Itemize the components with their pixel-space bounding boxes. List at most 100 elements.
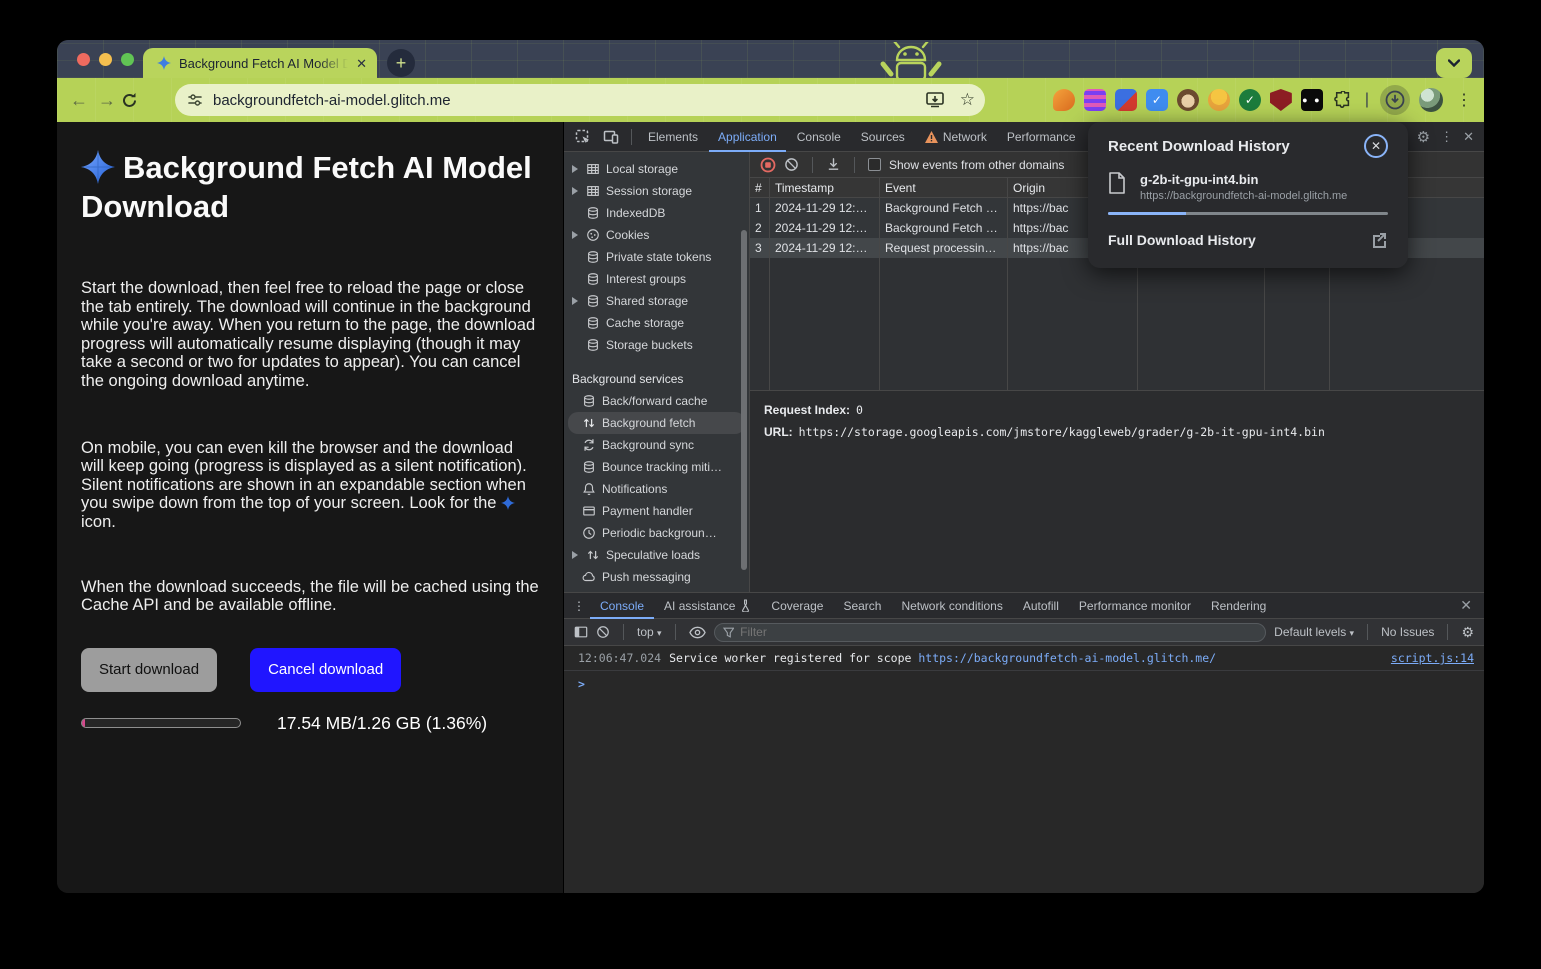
tab-network[interactable]: Network [916,122,996,152]
console-sidebar-toggle-icon[interactable] [574,625,588,639]
extension-icon-stripes[interactable] [1084,89,1106,111]
popup-close-button[interactable]: ✕ [1364,134,1388,158]
tab-elements[interactable]: Elements [639,122,707,152]
sidebar-item-bounce-tracking[interactable]: Bounce tracking miti… [564,456,749,478]
sidebar-label: Storage buckets [606,338,693,352]
reload-button[interactable] [121,92,149,109]
drawer-tab-coverage[interactable]: Coverage [761,593,833,619]
application-sidebar: Local storage Session storage IndexedDB [564,152,750,592]
log-source-link[interactable]: script.js:14 [1391,651,1474,665]
console-settings-icon[interactable]: ⚙ [1461,624,1474,641]
column-header-event[interactable]: Event [880,178,1008,198]
tab-application[interactable]: Application [709,122,786,152]
device-toolbar-icon[interactable] [598,129,624,145]
extension-icon-fox[interactable] [1053,89,1075,111]
extension-icon-keys[interactable] [1115,89,1137,111]
install-page-icon[interactable] [926,92,944,108]
sidebar-item-background-fetch[interactable]: Background fetch [568,412,745,434]
drawer-close-icon[interactable]: ✕ [1460,597,1484,614]
sidebar-label: Bounce tracking miti… [602,460,722,474]
devtools-settings-icon[interactable]: ⚙ [1417,128,1430,146]
bookmark-star-icon[interactable]: ☆ [960,90,975,110]
save-events-button[interactable] [826,157,841,172]
sidebar-item-interest-groups[interactable]: Interest groups [564,268,749,290]
drawer-tab-search[interactable]: Search [833,593,891,619]
extension-icon-red-shield[interactable] [1270,89,1292,111]
sidebar-item-push-messaging[interactable]: Push messaging [564,566,749,588]
sidebar-item-payment-handler[interactable]: Payment handler [564,500,749,522]
new-tab-button[interactable]: + [387,49,415,77]
tab-performance[interactable]: Performance [998,122,1085,152]
sidebar-scrollbar[interactable] [741,230,747,570]
clear-console-icon[interactable] [596,625,610,639]
sidebar-item-notifications[interactable]: Notifications [564,478,749,500]
clear-events-button[interactable] [784,157,799,172]
console-filter-box[interactable] [714,623,1267,642]
show-events-checkbox[interactable] [868,158,881,171]
forward-button[interactable]: → [93,90,121,111]
drawer-tab-rendering[interactable]: Rendering [1201,593,1276,619]
close-window-button[interactable] [77,53,90,66]
live-expression-eye-icon[interactable] [689,626,706,639]
sidebar-item-private-state-tokens[interactable]: Private state tokens [564,246,749,268]
devtools-menu-icon[interactable]: ⋮ [1440,129,1453,145]
full-download-history-link[interactable]: Full Download History [1108,232,1256,248]
browser-menu-button[interactable]: ⋮ [1452,90,1476,110]
sidebar-item-session-storage[interactable]: Session storage [564,180,749,202]
extension-icon-blue-check[interactable]: ✓ [1146,89,1168,111]
drawer-menu-icon[interactable]: ⋮ [568,599,590,613]
devtools-close-icon[interactable]: ✕ [1463,129,1474,145]
console-context-selector[interactable]: top ▾ [637,625,662,639]
tab-search-button[interactable] [1436,48,1472,78]
column-header-timestamp[interactable]: Timestamp [770,178,880,198]
extension-icon-black-eyes[interactable]: ● ● [1301,89,1323,111]
console-prompt[interactable]: > [564,671,1484,691]
extension-icon-monkey[interactable] [1177,89,1199,111]
drawer-tab-console[interactable]: Console [590,593,654,619]
downloads-button[interactable] [1380,85,1410,115]
download-item[interactable]: g-2b-it-gpu-int4.bin https://backgroundf… [1108,172,1388,202]
url-text[interactable]: backgroundfetch-ai-model.glitch.me [213,92,926,109]
extensions-puzzle-icon[interactable] [1332,89,1354,111]
sidebar-item-shared-storage[interactable]: Shared storage [564,290,749,312]
sidebar-item-speculative-loads[interactable]: Speculative loads [564,544,749,566]
drawer-tab-network-conditions[interactable]: Network conditions [891,593,1012,619]
record-button[interactable] [760,157,776,173]
tab-close-icon[interactable]: ✕ [356,57,367,70]
extension-icon-green-check[interactable]: ✓ [1239,89,1261,111]
sidebar-item-cookies[interactable]: Cookies [564,224,749,246]
tab-sources[interactable]: Sources [852,122,914,152]
sidebar-item-storage-buckets[interactable]: Storage buckets [564,334,749,356]
console-filter-input[interactable] [740,625,1257,639]
site-settings-icon[interactable] [187,92,203,108]
drawer-tab-autofill[interactable]: Autofill [1013,593,1069,619]
zoom-window-button[interactable] [121,53,134,66]
sidebar-item-background-sync[interactable]: Background sync [564,434,749,456]
external-link-icon[interactable] [1371,231,1388,248]
database-icon [582,460,596,474]
issues-counter[interactable]: No Issues [1381,625,1434,639]
profile-avatar[interactable] [1419,88,1443,112]
extension-icon-worker[interactable] [1208,89,1230,111]
sparkle-inline-icon [501,496,515,510]
column-header-num[interactable]: # [750,178,770,198]
drawer-tab-ai-assistance[interactable]: AI assistance [654,593,761,619]
url-bar[interactable]: backgroundfetch-ai-model.glitch.me ☆ [175,84,985,116]
drawer-tab-performance-monitor[interactable]: Performance monitor [1069,593,1201,619]
minimize-window-button[interactable] [99,53,112,66]
start-download-button[interactable]: Start download [81,648,217,692]
sidebar-item-cache-storage[interactable]: Cache storage [564,312,749,334]
back-button[interactable]: ← [65,90,93,111]
page-title-text: Background Fetch AI Model Download [81,150,532,224]
sidebar-item-periodic-background-sync[interactable]: Periodic backgroun… [564,522,749,544]
sidebar-item-back-forward-cache[interactable]: Back/forward cache [564,390,749,412]
caret-down-icon: ▾ [1350,628,1355,638]
cancel-download-button[interactable]: Cancel download [250,648,401,692]
sidebar-item-indexeddb[interactable]: IndexedDB [564,202,749,224]
sidebar-item-local-storage[interactable]: Local storage [564,158,749,180]
tab-console[interactable]: Console [788,122,850,152]
console-levels-selector[interactable]: Default levels ▾ [1274,625,1354,639]
log-scope-link[interactable]: https://backgroundfetch-ai-model.glitch.… [918,651,1216,665]
browser-tab[interactable]: Background Fetch AI Model D ✕ [143,48,377,78]
inspect-element-icon[interactable] [570,129,596,145]
